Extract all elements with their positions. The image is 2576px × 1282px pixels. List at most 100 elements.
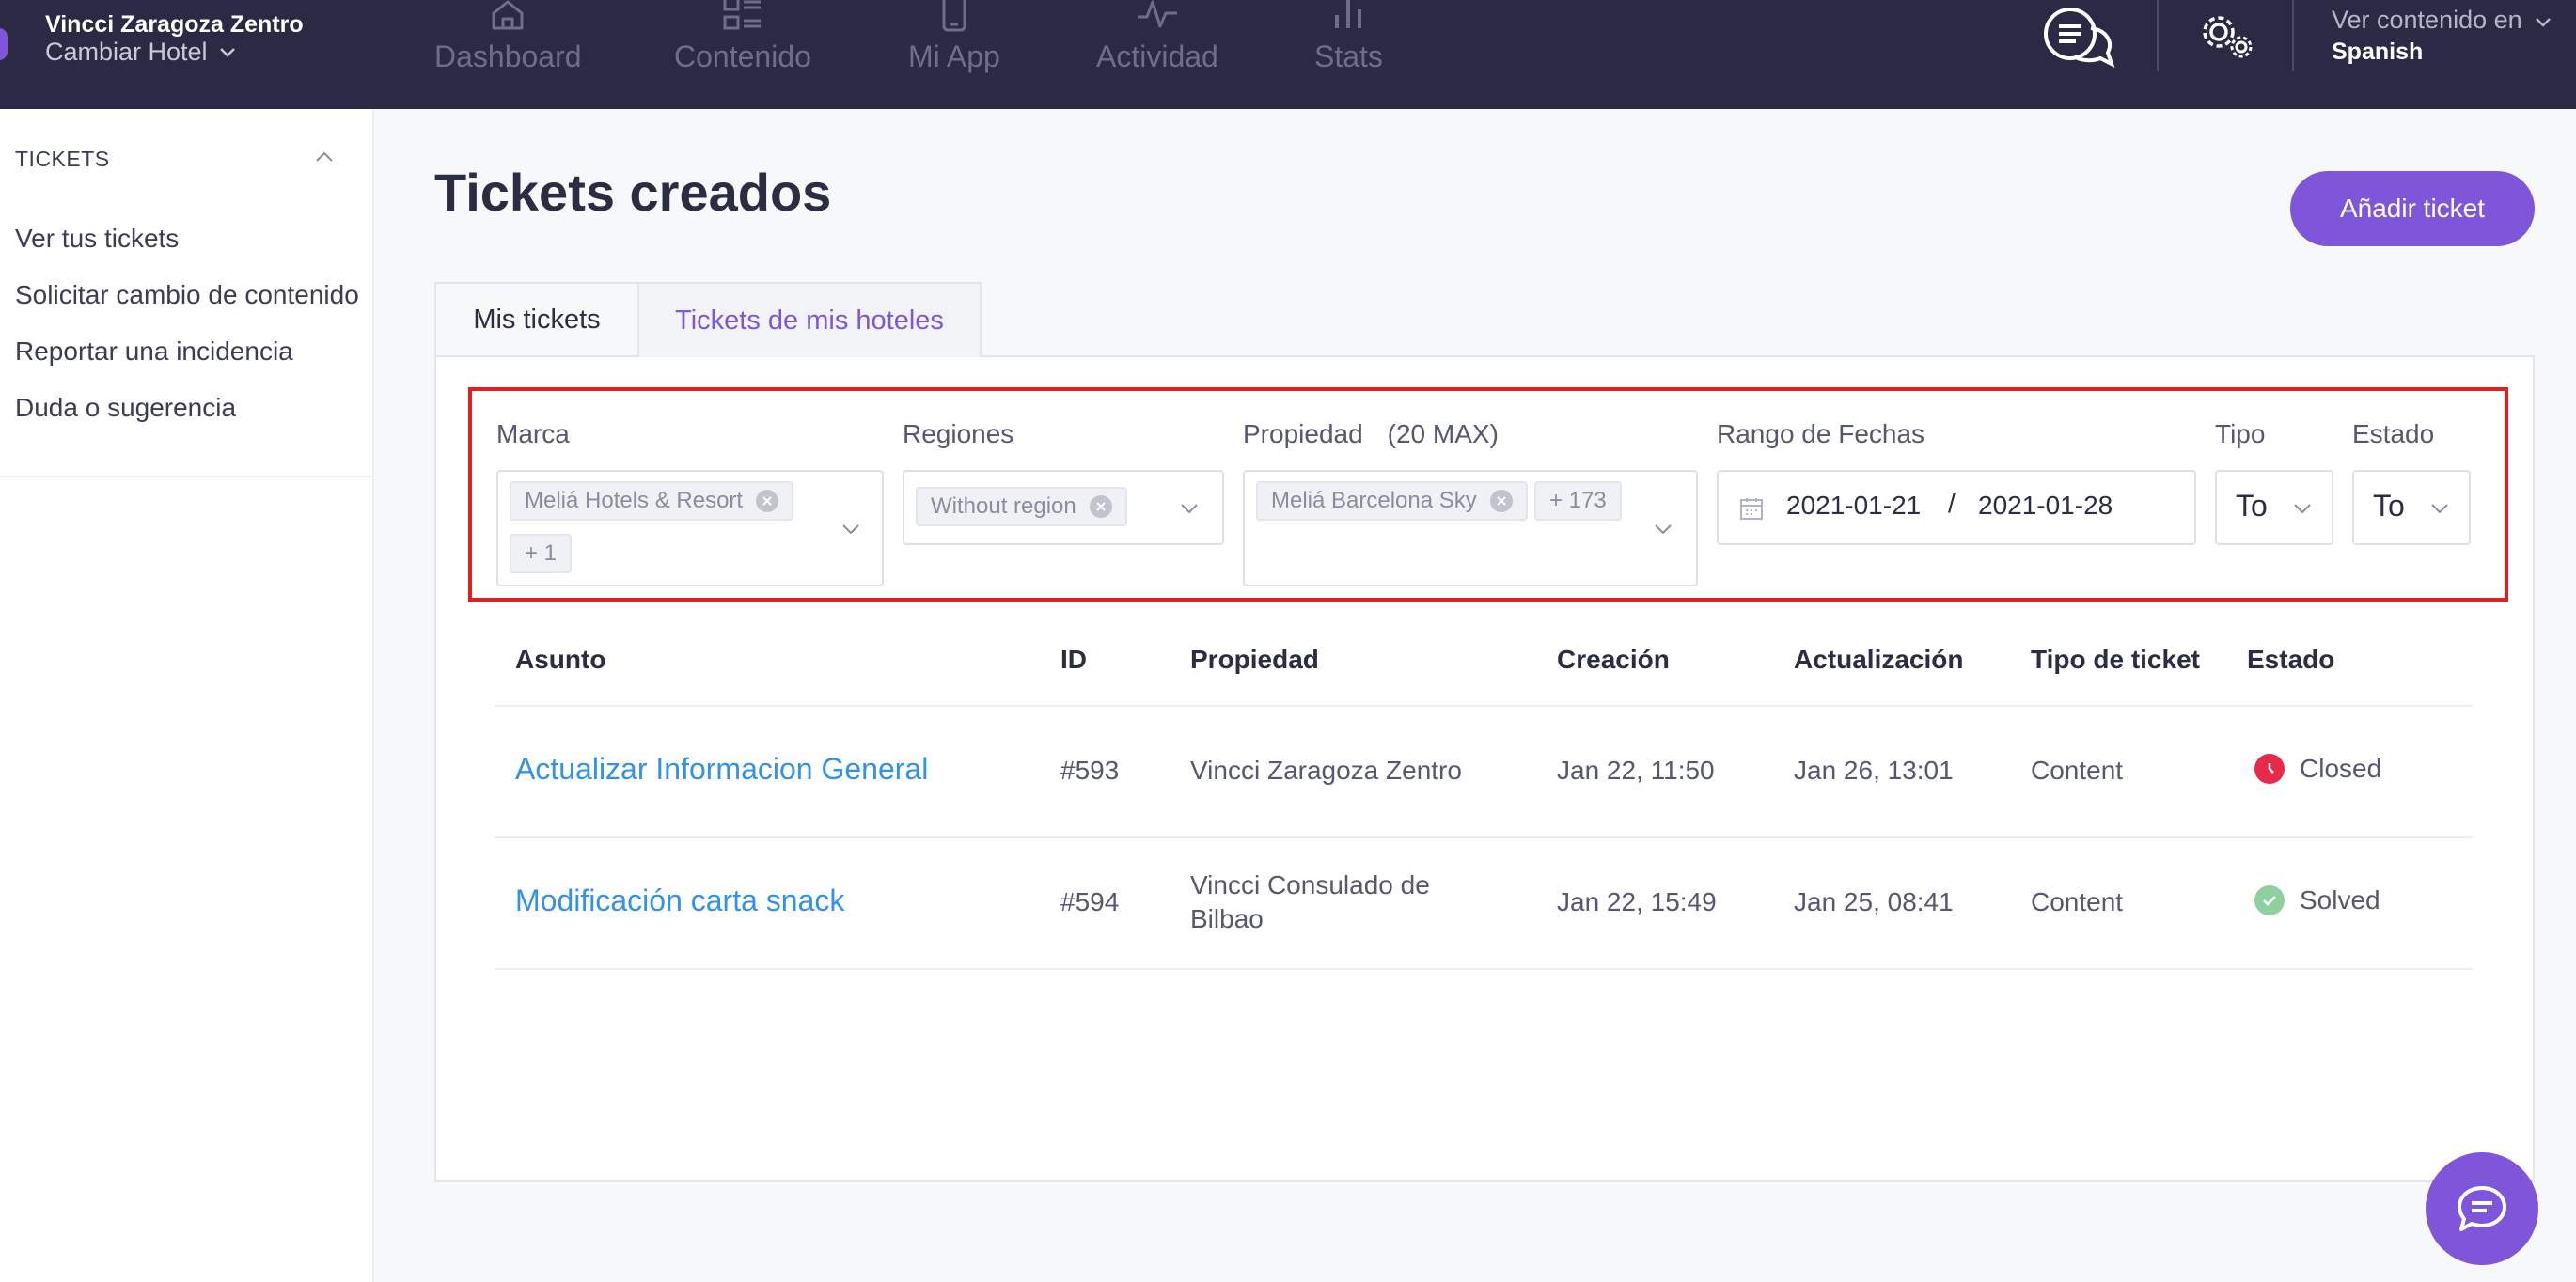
propiedad-label-text: Propiedad: [1243, 419, 1363, 448]
table-divider: [495, 705, 2473, 707]
marca-more-chip: + 1: [510, 534, 573, 573]
sidebar-item-duda-sugerencia[interactable]: Duda o sugerencia: [15, 393, 236, 423]
support-chat-button[interactable]: [2426, 1152, 2538, 1265]
home-icon: [492, 0, 524, 30]
topbar-divider: [2292, 0, 2294, 71]
chevron-down-icon: [1655, 524, 1672, 535]
close-icon[interactable]: [1089, 495, 1112, 518]
status-badge: Solved: [2254, 885, 2380, 915]
propiedad-more-chip: + 173: [1534, 481, 1622, 521]
ticket-created: Jan 22, 11:50: [1557, 756, 1715, 785]
sidebar: TICKETS Ver tus tickets Solicitar cambio…: [0, 109, 374, 1282]
chip-label: Without region: [931, 493, 1076, 519]
estado-select[interactable]: To: [2352, 470, 2471, 545]
nav-label: Mi App: [908, 39, 1000, 73]
status-label: Solved: [2300, 885, 2380, 915]
chevron-down-icon: [2536, 18, 2552, 27]
propiedad-select[interactable]: Meliá Barcelona Sky + 173: [1243, 470, 1698, 586]
column-header-propiedad[interactable]: Propiedad: [1190, 645, 1319, 675]
propiedad-chip: Meliá Barcelona Sky: [1256, 481, 1528, 521]
chat-bubble-icon: [2458, 1186, 2506, 1231]
column-header-tipo[interactable]: Tipo de ticket: [2031, 645, 2200, 675]
clock-icon: [2254, 754, 2285, 784]
gear-icon[interactable]: [2198, 11, 2254, 58]
ticket-property: Vincci Consulado de: [1190, 870, 1430, 899]
change-hotel-dropdown[interactable]: Cambiar Hotel: [45, 38, 236, 67]
chevron-down-icon: [842, 524, 859, 535]
column-header-asunto[interactable]: Asunto: [515, 645, 605, 675]
ticket-type: Content: [2031, 756, 2124, 785]
filter-regiones-label: Regiones: [903, 419, 1014, 448]
nav-mi-app[interactable]: Mi App: [908, 0, 1000, 109]
tab-mis-tickets[interactable]: Mis tickets: [434, 282, 639, 357]
ticket-subject-link[interactable]: Actualizar Informacion General: [515, 752, 928, 786]
nav-label: Dashboard: [434, 39, 582, 73]
date-separator: /: [1948, 489, 1956, 518]
nav-label: Actividad: [1096, 39, 1218, 73]
column-header-id[interactable]: ID: [1060, 645, 1087, 675]
nav-dashboard[interactable]: Dashboard: [434, 0, 582, 109]
tipo-value: To: [2236, 489, 2268, 523]
column-header-creacion[interactable]: Creación: [1557, 645, 1670, 675]
tipo-select[interactable]: To: [2215, 470, 2333, 545]
ticket-id: #594: [1060, 887, 1120, 916]
chat-messages-icon[interactable]: [2038, 4, 2117, 71]
date-end[interactable]: 2021-01-28: [1978, 491, 2113, 521]
chip-label: Meliá Barcelona Sky: [1271, 488, 1477, 513]
ticket-updated: Jan 26, 13:01: [1794, 756, 1954, 785]
language-prompt: Ver contenido en: [2332, 6, 2522, 34]
chevron-down-icon: [2431, 504, 2448, 514]
estado-value: To: [2373, 489, 2405, 523]
sidebar-divider: [0, 476, 372, 477]
tab-tickets-mis-hoteles[interactable]: Tickets de mis hoteles: [637, 282, 982, 357]
ticket-id: #593: [1060, 756, 1120, 785]
ticket-property: Vincci Zaragoza Zentro: [1190, 756, 1462, 785]
propiedad-max-note: (20 MAX): [1387, 419, 1499, 448]
date-start[interactable]: 2021-01-21: [1786, 491, 1921, 521]
ticket-created: Jan 22, 15:49: [1557, 887, 1717, 916]
marca-chip: Meliá Hotels & Resort: [510, 481, 794, 521]
status-badge: Closed: [2254, 754, 2381, 784]
region-chip: Without region: [916, 487, 1127, 526]
column-header-actualizacion[interactable]: Actualización: [1794, 645, 1963, 675]
status-label: Closed: [2300, 754, 2382, 783]
nav-stats[interactable]: Stats: [1314, 0, 1383, 109]
language-value: Spanish: [2332, 39, 2424, 65]
hotel-name: Vincci Zaragoza Zentro: [45, 11, 304, 38]
page-title: Tickets creados: [434, 163, 832, 222]
ticket-updated: Jan 25, 08:41: [1794, 887, 1954, 916]
nav-label: Stats: [1314, 39, 1383, 73]
language-selector[interactable]: Ver contenido en Spanish: [2332, 6, 2552, 66]
activity-icon: [1137, 0, 1177, 28]
date-range-picker[interactable]: 2021-01-21 / 2021-01-28: [1717, 470, 2196, 545]
column-header-estado[interactable]: Estado: [2247, 645, 2334, 675]
marca-select[interactable]: Meliá Hotels & Resort + 1: [496, 470, 884, 586]
sidebar-section-title: TICKETS: [15, 147, 110, 171]
filter-propiedad-label: Propiedad (20 MAX): [1243, 419, 1499, 449]
ticket-type: Content: [2031, 887, 2124, 916]
regiones-select[interactable]: Without region: [903, 470, 1224, 545]
sidebar-item-solicitar-cambio[interactable]: Solicitar cambio de contenido: [15, 280, 359, 310]
calendar-icon: [1740, 498, 1763, 520]
table-divider: [495, 968, 2473, 970]
chevron-up-icon[interactable]: [314, 150, 335, 164]
sidebar-item-ver-tickets[interactable]: Ver tus tickets: [15, 224, 179, 254]
filter-estado-label: Estado: [2352, 419, 2435, 448]
add-ticket-button[interactable]: Añadir ticket: [2290, 171, 2535, 246]
table-divider: [495, 836, 2473, 838]
nav-label: Contenido: [674, 39, 811, 73]
change-hotel-label: Cambiar Hotel: [45, 38, 208, 66]
nav-contenido[interactable]: Contenido: [674, 0, 811, 109]
ticket-subject-link[interactable]: Modificación carta snack: [515, 883, 844, 917]
filter-marca-label: Marca: [496, 419, 570, 448]
nav-actividad[interactable]: Actividad: [1096, 0, 1218, 109]
close-icon[interactable]: [756, 490, 779, 512]
hotel-avatar[interactable]: [0, 28, 8, 60]
content-grid-icon: [723, 0, 761, 30]
chip-label: Meliá Hotels & Resort: [525, 488, 744, 513]
filter-fechas-label: Rango de Fechas: [1717, 419, 1925, 448]
close-icon[interactable]: [1489, 490, 1513, 512]
check-icon: [2254, 885, 2285, 915]
topbar-divider: [2157, 0, 2159, 71]
sidebar-item-reportar-incidencia[interactable]: Reportar una incidencia: [15, 336, 293, 367]
